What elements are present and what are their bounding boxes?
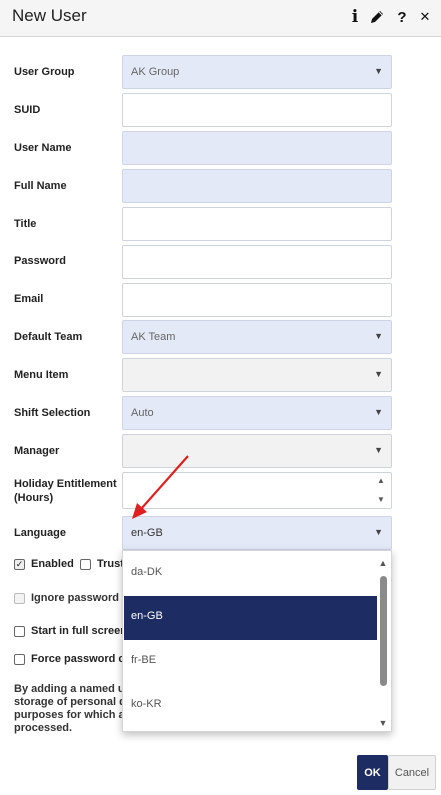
help-icon[interactable]: ?: [393, 7, 411, 27]
language-value: en-GB: [131, 527, 163, 539]
chevron-down-icon: ▼: [374, 331, 383, 341]
language-select[interactable]: en-GB ▼: [122, 516, 392, 550]
consent-line: storage of personal da: [14, 696, 132, 708]
chevron-down-icon: ▼: [374, 369, 383, 379]
user-name-input[interactable]: [122, 131, 392, 165]
scroll-down-icon[interactable]: ▼: [377, 718, 389, 728]
checkbox-icon: [14, 653, 25, 665]
language-option[interactable]: fr-BE: [124, 640, 377, 684]
full-name-label: Full Name: [14, 180, 67, 192]
checkbox-icon: [14, 625, 25, 637]
manager-select[interactable]: ▼: [122, 434, 392, 468]
language-dropdown-list[interactable]: da-DK en-GB fr-BE ko-KR ▲ ▼: [122, 550, 392, 732]
menu-item-select[interactable]: ▼: [122, 358, 392, 392]
full-screen-label: Start in full screen: [31, 625, 127, 637]
consent-line: By adding a named us: [14, 683, 131, 695]
pencil-icon[interactable]: [368, 7, 386, 27]
full-screen-checkbox[interactable]: Start in full screen: [14, 625, 127, 637]
dropdown-scrollbar[interactable]: ▲ ▼: [377, 555, 389, 729]
consent-text: By adding a named us storage of personal…: [14, 683, 134, 735]
suid-input[interactable]: [122, 93, 392, 127]
stepper-up-icon[interactable]: ▲: [375, 476, 387, 485]
manager-label: Manager: [14, 445, 60, 457]
default-team-select[interactable]: AK Team ▼: [122, 320, 392, 354]
consent-line: purposes for which an: [14, 709, 132, 721]
email-label: Email: [14, 293, 44, 305]
stepper-down-icon[interactable]: ▼: [375, 495, 387, 504]
user-group-label: User Group: [14, 66, 75, 78]
password-label: Password: [14, 255, 66, 267]
chevron-down-icon: ▼: [374, 66, 383, 76]
title-label: Title: [14, 218, 37, 230]
ignore-password-checkbox[interactable]: Ignore password ru: [14, 592, 133, 604]
language-option[interactable]: da-DK: [124, 552, 377, 596]
shift-selection-value: Auto: [131, 407, 154, 419]
full-name-input[interactable]: [122, 169, 392, 203]
enabled-checkbox[interactable]: ✓ Enabled: [14, 558, 74, 570]
language-label: Language: [14, 527, 66, 539]
suid-label: SUID: [14, 104, 41, 116]
checkbox-icon: [14, 592, 25, 604]
ok-button[interactable]: OK: [357, 755, 388, 790]
holiday-entitlement-unit: (Hours): [14, 492, 54, 504]
force-password-checkbox[interactable]: Force password cha: [14, 653, 137, 665]
language-option[interactable]: ko-KR: [124, 684, 377, 728]
password-input[interactable]: [122, 245, 392, 279]
enabled-label: Enabled: [31, 558, 74, 570]
dialog-title: New User: [12, 6, 87, 25]
cancel-button[interactable]: Cancel: [388, 755, 436, 790]
checkbox-checked-icon: ✓: [14, 558, 25, 570]
shift-selection-select[interactable]: Auto ▼: [122, 396, 392, 430]
shift-selection-label: Shift Selection: [14, 407, 91, 419]
email-input[interactable]: [122, 283, 392, 317]
holiday-entitlement-label: Holiday Entitlement: [14, 478, 117, 490]
chevron-down-icon: ▼: [374, 527, 383, 537]
holiday-entitlement-stepper[interactable]: [122, 472, 392, 509]
scroll-up-icon[interactable]: ▲: [377, 558, 389, 568]
title-input[interactable]: [122, 207, 392, 241]
language-option-selected[interactable]: en-GB: [124, 596, 377, 640]
dialog-titlebar: New User i ? ✕: [0, 0, 441, 37]
checkbox-icon: [80, 558, 91, 570]
consent-line: processed.: [14, 722, 73, 734]
scrollbar-thumb[interactable]: [380, 576, 387, 686]
user-group-select[interactable]: AK Group ▼: [122, 55, 392, 89]
close-icon[interactable]: ✕: [416, 7, 434, 27]
chevron-down-icon: ▼: [374, 407, 383, 417]
chevron-down-icon: ▼: [374, 445, 383, 455]
info-icon[interactable]: i: [346, 7, 364, 27]
user-name-label: User Name: [14, 142, 72, 154]
default-team-label: Default Team: [14, 331, 83, 343]
ignore-password-label: Ignore password ru: [31, 592, 134, 604]
menu-item-label: Menu Item: [14, 369, 69, 381]
user-group-value: AK Group: [131, 66, 180, 78]
default-team-value: AK Team: [131, 331, 176, 343]
